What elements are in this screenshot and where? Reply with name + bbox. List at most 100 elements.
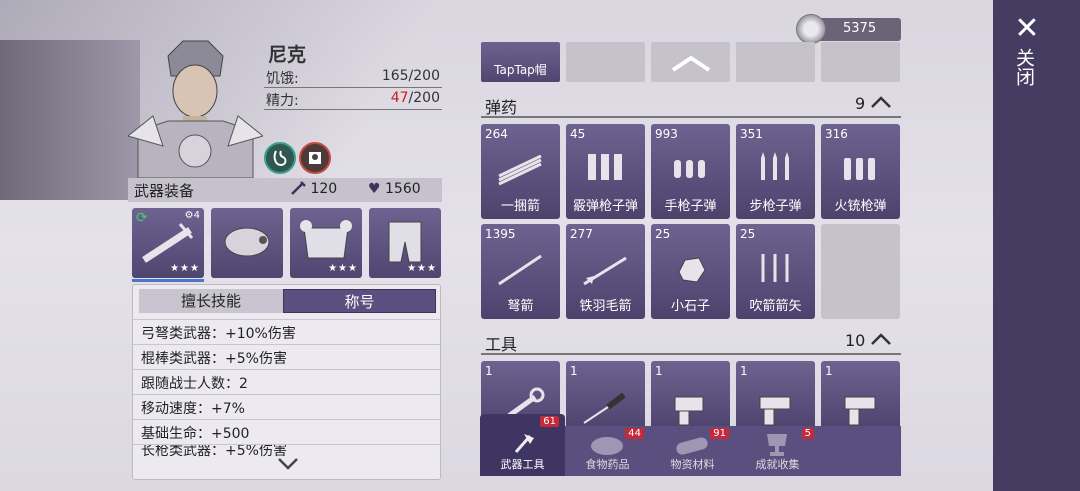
item-name: 一捆箭 <box>500 199 540 214</box>
tab-label: 武器工具 <box>500 458 545 471</box>
close-icon[interactable]: ✕ <box>1014 14 1040 44</box>
equip-slot-legs[interactable]: ★★★ <box>369 208 441 278</box>
musket-ball-icon <box>844 158 875 180</box>
item-iron-feather-arrow[interactable]: 277 铁羽毛箭 <box>566 224 645 319</box>
refresh-icon: ⟳ <box>136 210 148 226</box>
energy-value: 47/200 <box>391 90 440 106</box>
skill-row: 棍棒类武器：+5%伤害 <box>133 344 440 368</box>
screwdriver-icon <box>583 392 626 424</box>
item-tool-4[interactable]: 1 <box>736 361 815 431</box>
drill-icon <box>844 396 876 426</box>
item-name: TapTap帽 <box>494 63 547 77</box>
item-count: 1395 <box>485 227 516 241</box>
bolt-icon <box>498 254 542 286</box>
item-rifle-ammo[interactable]: 351 步枪子弹 <box>736 124 815 219</box>
equipment-header: 武器装备 120 ♥ 1560 <box>128 178 442 202</box>
skill-row: 移动速度：+7% <box>133 394 440 418</box>
item-bundle-arrows[interactable]: 264 一捆箭 <box>481 124 560 219</box>
tools-section-count[interactable]: 10 <box>845 331 892 350</box>
pants-stars: ★★★ <box>407 263 437 274</box>
selected-indicator <box>132 279 204 282</box>
item-musket-ammo[interactable]: 316 火铳枪弹 <box>821 124 900 219</box>
item-count: 25 <box>655 227 671 241</box>
skill-row: 跟随战士人数：2 <box>133 369 440 393</box>
equip-slot-weapon[interactable]: ⟳ ⚙4 ★★★ <box>132 208 204 282</box>
pebble-icon <box>678 257 706 283</box>
tab-achievements[interactable]: 5 成就收集 <box>735 426 820 476</box>
item-count: 316 <box>825 127 848 141</box>
item-count: 1 <box>485 364 493 378</box>
health-stat: ♥ 1560 <box>368 181 421 197</box>
coin-value: 5375 <box>843 21 877 36</box>
energy-row: 精力: 47/200 <box>264 88 442 110</box>
close-button[interactable]: 关闭 <box>1013 48 1038 86</box>
item-count: 45 <box>570 127 586 141</box>
character-name: 尼克 <box>268 44 307 66</box>
item-name: 手枪子弹 <box>664 199 717 214</box>
tab-skills[interactable]: 擅长技能 <box>139 289 283 313</box>
upgrade-level: ⚙4 <box>184 210 200 221</box>
tab-materials[interactable]: 91 物资材料 <box>650 426 735 476</box>
tab-weapons-tools[interactable]: 61 武器工具 <box>480 414 565 476</box>
skills-panel: 擅长技能 称号 弓弩类武器：+10%伤害 棍棒类武器：+5%伤害 跟随战士人数：… <box>132 284 441 480</box>
chevron-up-icon <box>871 333 892 345</box>
item-blowgun-dart[interactable]: 25 吹箭箭矢 <box>736 224 815 319</box>
item-shotgun-shells[interactable]: 45 霰弹枪子弹 <box>566 124 645 219</box>
character-portrait <box>126 36 265 179</box>
item-count: 277 <box>570 227 593 241</box>
equipment-title: 武器装备 <box>134 182 195 200</box>
chevron-down-icon[interactable] <box>277 455 299 476</box>
ammo-section-count[interactable]: 9 <box>855 94 892 113</box>
armor-stars: ★★★ <box>328 263 358 274</box>
item-tool-5[interactable]: 1 <box>821 361 900 431</box>
item-crossbow-bolt[interactable]: 1395 弩箭 <box>481 224 560 319</box>
equip-slot-head[interactable] <box>211 208 283 278</box>
item-count: 1 <box>740 364 748 378</box>
item-taptap-hat[interactable]: TapTap帽 <box>481 42 560 82</box>
sword-icon <box>291 181 306 195</box>
item-name: 小石子 <box>670 299 710 314</box>
item-count: 25 <box>740 227 756 241</box>
tab-label: 物资材料 <box>670 458 715 471</box>
item-tool-3[interactable]: 1 <box>651 361 730 431</box>
item-screwdriver[interactable]: 1 <box>566 361 645 431</box>
dart-icon <box>761 254 789 282</box>
attack-value: 120 <box>310 181 338 197</box>
tab-food-medicine[interactable]: 44 食物药品 <box>565 426 650 476</box>
item-name: 弩箭 <box>507 299 534 314</box>
tab-label: 成就收集 <box>755 458 800 471</box>
empty-slot <box>821 42 900 82</box>
item-name: 霰弹枪子弹 <box>572 199 638 214</box>
rifle-bullet-icon <box>761 152 789 180</box>
arrow-bundle-icon <box>498 154 542 186</box>
status-buff-icon[interactable] <box>299 142 331 174</box>
weapon-stars: ★★★ <box>170 263 200 274</box>
tab-label: 食物药品 <box>585 458 630 471</box>
item-count: 1 <box>825 364 833 378</box>
attack-stat: 120 <box>290 181 337 197</box>
item-count: 993 <box>655 127 678 141</box>
health-value: 1560 <box>385 181 421 197</box>
skill-row: 基础生命：+500 <box>133 419 440 443</box>
tab-titles[interactable]: 称号 <box>283 289 436 313</box>
skill-row: 弓弩类武器：+10%伤害 <box>133 319 440 343</box>
category-nav: 61 武器工具 44 食物药品 91 物资材料 5 成就收集 <box>480 414 901 476</box>
equip-slot-body[interactable]: ★★★ <box>290 208 362 278</box>
scroll-up-button[interactable] <box>651 42 730 82</box>
item-count: 264 <box>485 127 508 141</box>
item-name: 吹箭箭矢 <box>749 299 802 314</box>
coin-icon <box>796 14 826 44</box>
drill-icon <box>759 396 791 426</box>
pistol-bullet-icon <box>674 160 705 178</box>
ammo-section-title: 弹药 <box>485 98 518 117</box>
boar-helmet-icon <box>224 227 270 257</box>
chevron-up-icon <box>871 96 892 108</box>
item-pistol-ammo[interactable]: 993 手枪子弹 <box>651 124 730 219</box>
stomach-buff-icon[interactable] <box>264 142 296 174</box>
item-pebble[interactable]: 25 小石子 <box>651 224 730 319</box>
item-count: 1 <box>655 364 663 378</box>
energy-current: 47 <box>390 90 409 106</box>
feather-arrow-icon <box>583 256 627 286</box>
hunger-value: 165/200 <box>381 68 440 84</box>
divider <box>481 353 901 355</box>
